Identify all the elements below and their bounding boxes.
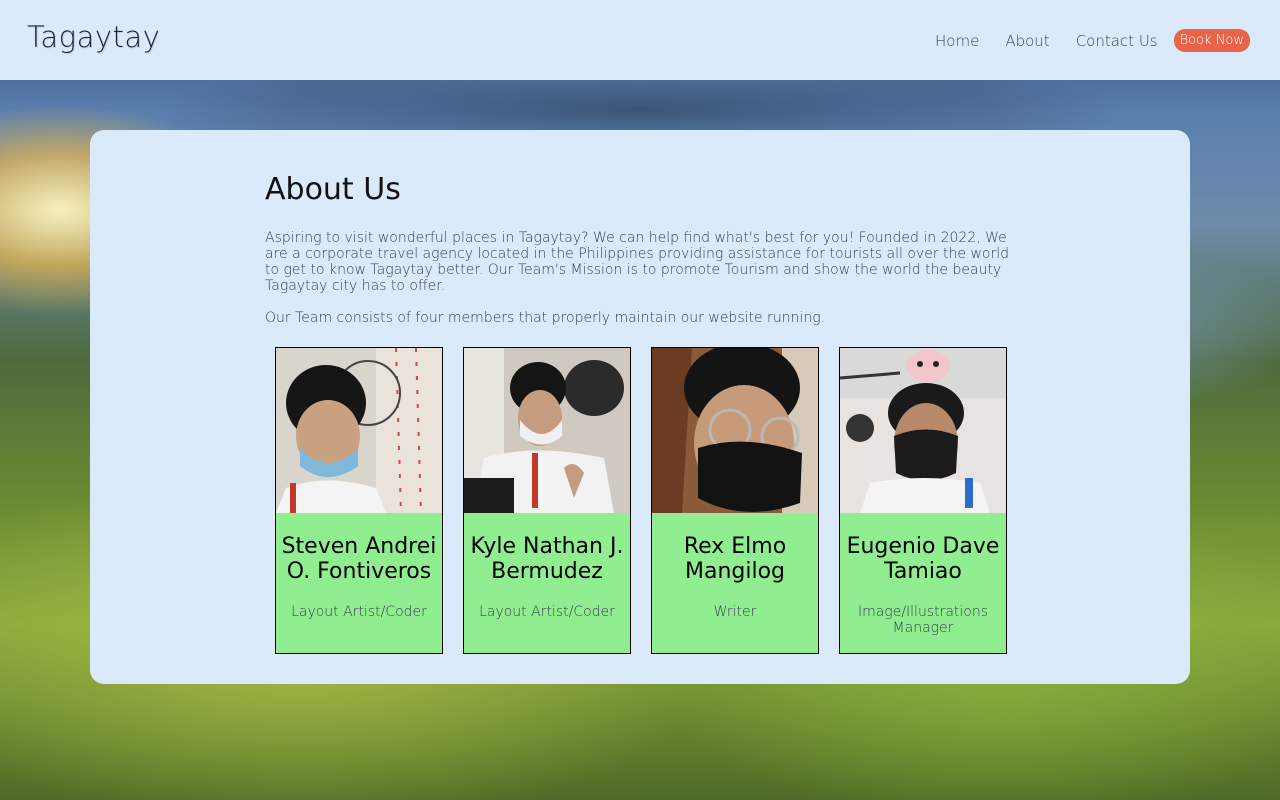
about-panel: About Us Aspiring to visit wonderful pla…	[90, 130, 1190, 684]
main-nav: Home About Contact Us Book Now	[935, 29, 1250, 52]
team-card: Eugenio Dave Tamiao Image/Illustrations …	[839, 347, 1007, 654]
team-card: Steven Andrei O. Fontiveros Layout Artis…	[275, 347, 443, 654]
team-member-role: Writer	[713, 604, 757, 620]
team-member-role: Layout Artist/Coder	[291, 604, 427, 620]
book-now-button[interactable]: Book Now	[1173, 29, 1250, 52]
nav-contact-link[interactable]: Contact Us	[1076, 32, 1158, 50]
site-header: Tagaytay Home About Contact Us Book Now	[0, 0, 1280, 80]
team-card: Kyle Nathan J. Bermudez Layout Artist/Co…	[463, 347, 631, 654]
team-member-role: Image/Illustrations Manager	[857, 604, 989, 636]
team-member-name: Kyle Nathan J. Bermudez	[470, 534, 624, 584]
page-title: About Us	[265, 172, 401, 207]
team-member-name: Steven Andrei O. Fontiveros	[281, 534, 437, 584]
team-cards: Steven Andrei O. Fontiveros Layout Artis…	[275, 347, 1007, 654]
team-member-photo	[464, 348, 630, 513]
nav-about-link[interactable]: About	[1005, 32, 1049, 50]
team-member-name: Rex Elmo Mangilog	[683, 534, 787, 584]
team-member-photo	[652, 348, 818, 513]
team-member-role: Layout Artist/Coder	[479, 604, 615, 620]
site-logo[interactable]: Tagaytay	[27, 20, 160, 54]
team-intro: Our Team consists of four members that p…	[265, 310, 826, 326]
team-member-photo	[840, 348, 1006, 513]
team-member-photo	[276, 348, 442, 513]
team-card: Rex Elmo Mangilog Writer	[651, 347, 819, 654]
team-member-name: Eugenio Dave Tamiao	[846, 534, 1000, 584]
nav-home-link[interactable]: Home	[935, 32, 979, 50]
about-description: Aspiring to visit wonderful places in Ta…	[265, 230, 1010, 294]
